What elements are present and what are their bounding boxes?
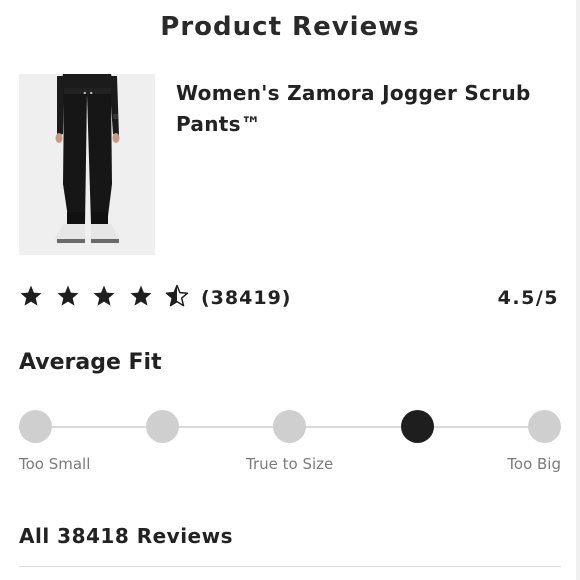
page-title: Product Reviews (160, 12, 420, 42)
star-filled-icon (56, 284, 80, 308)
all-reviews-link[interactable]: All 38418 Reviews (19, 524, 233, 548)
product-photo-jogger-pants (19, 74, 155, 255)
star-filled-icon (129, 284, 153, 308)
rating-score: 4.5/5 (497, 287, 559, 309)
fit-option-true-to-size[interactable] (273, 410, 306, 443)
product-image[interactable] (19, 74, 155, 255)
rating-summary: (38419) 4.5/5 (19, 284, 559, 314)
star-half-icon (165, 284, 189, 308)
fit-option-too-big[interactable] (528, 410, 561, 443)
fit-option-too-small[interactable] (19, 410, 52, 443)
average-fit-heading: Average Fit (19, 350, 162, 375)
star-rating (19, 284, 202, 308)
divider (19, 566, 561, 567)
fit-label-too-small: Too Small (19, 455, 91, 473)
fit-scale (19, 410, 561, 444)
fit-option-big-selected[interactable] (401, 410, 434, 443)
review-count[interactable]: (38419) (201, 287, 291, 309)
fit-label-true-to-size: True to Size (246, 455, 334, 473)
product-name: Women's Zamora Jogger Scrub Pants™ (176, 81, 531, 136)
star-filled-icon (92, 284, 116, 308)
fit-label-too-big: Too Big (507, 455, 561, 473)
scrollbar-edge (576, 0, 580, 580)
fit-option-small[interactable] (146, 410, 179, 443)
star-filled-icon (19, 284, 43, 308)
